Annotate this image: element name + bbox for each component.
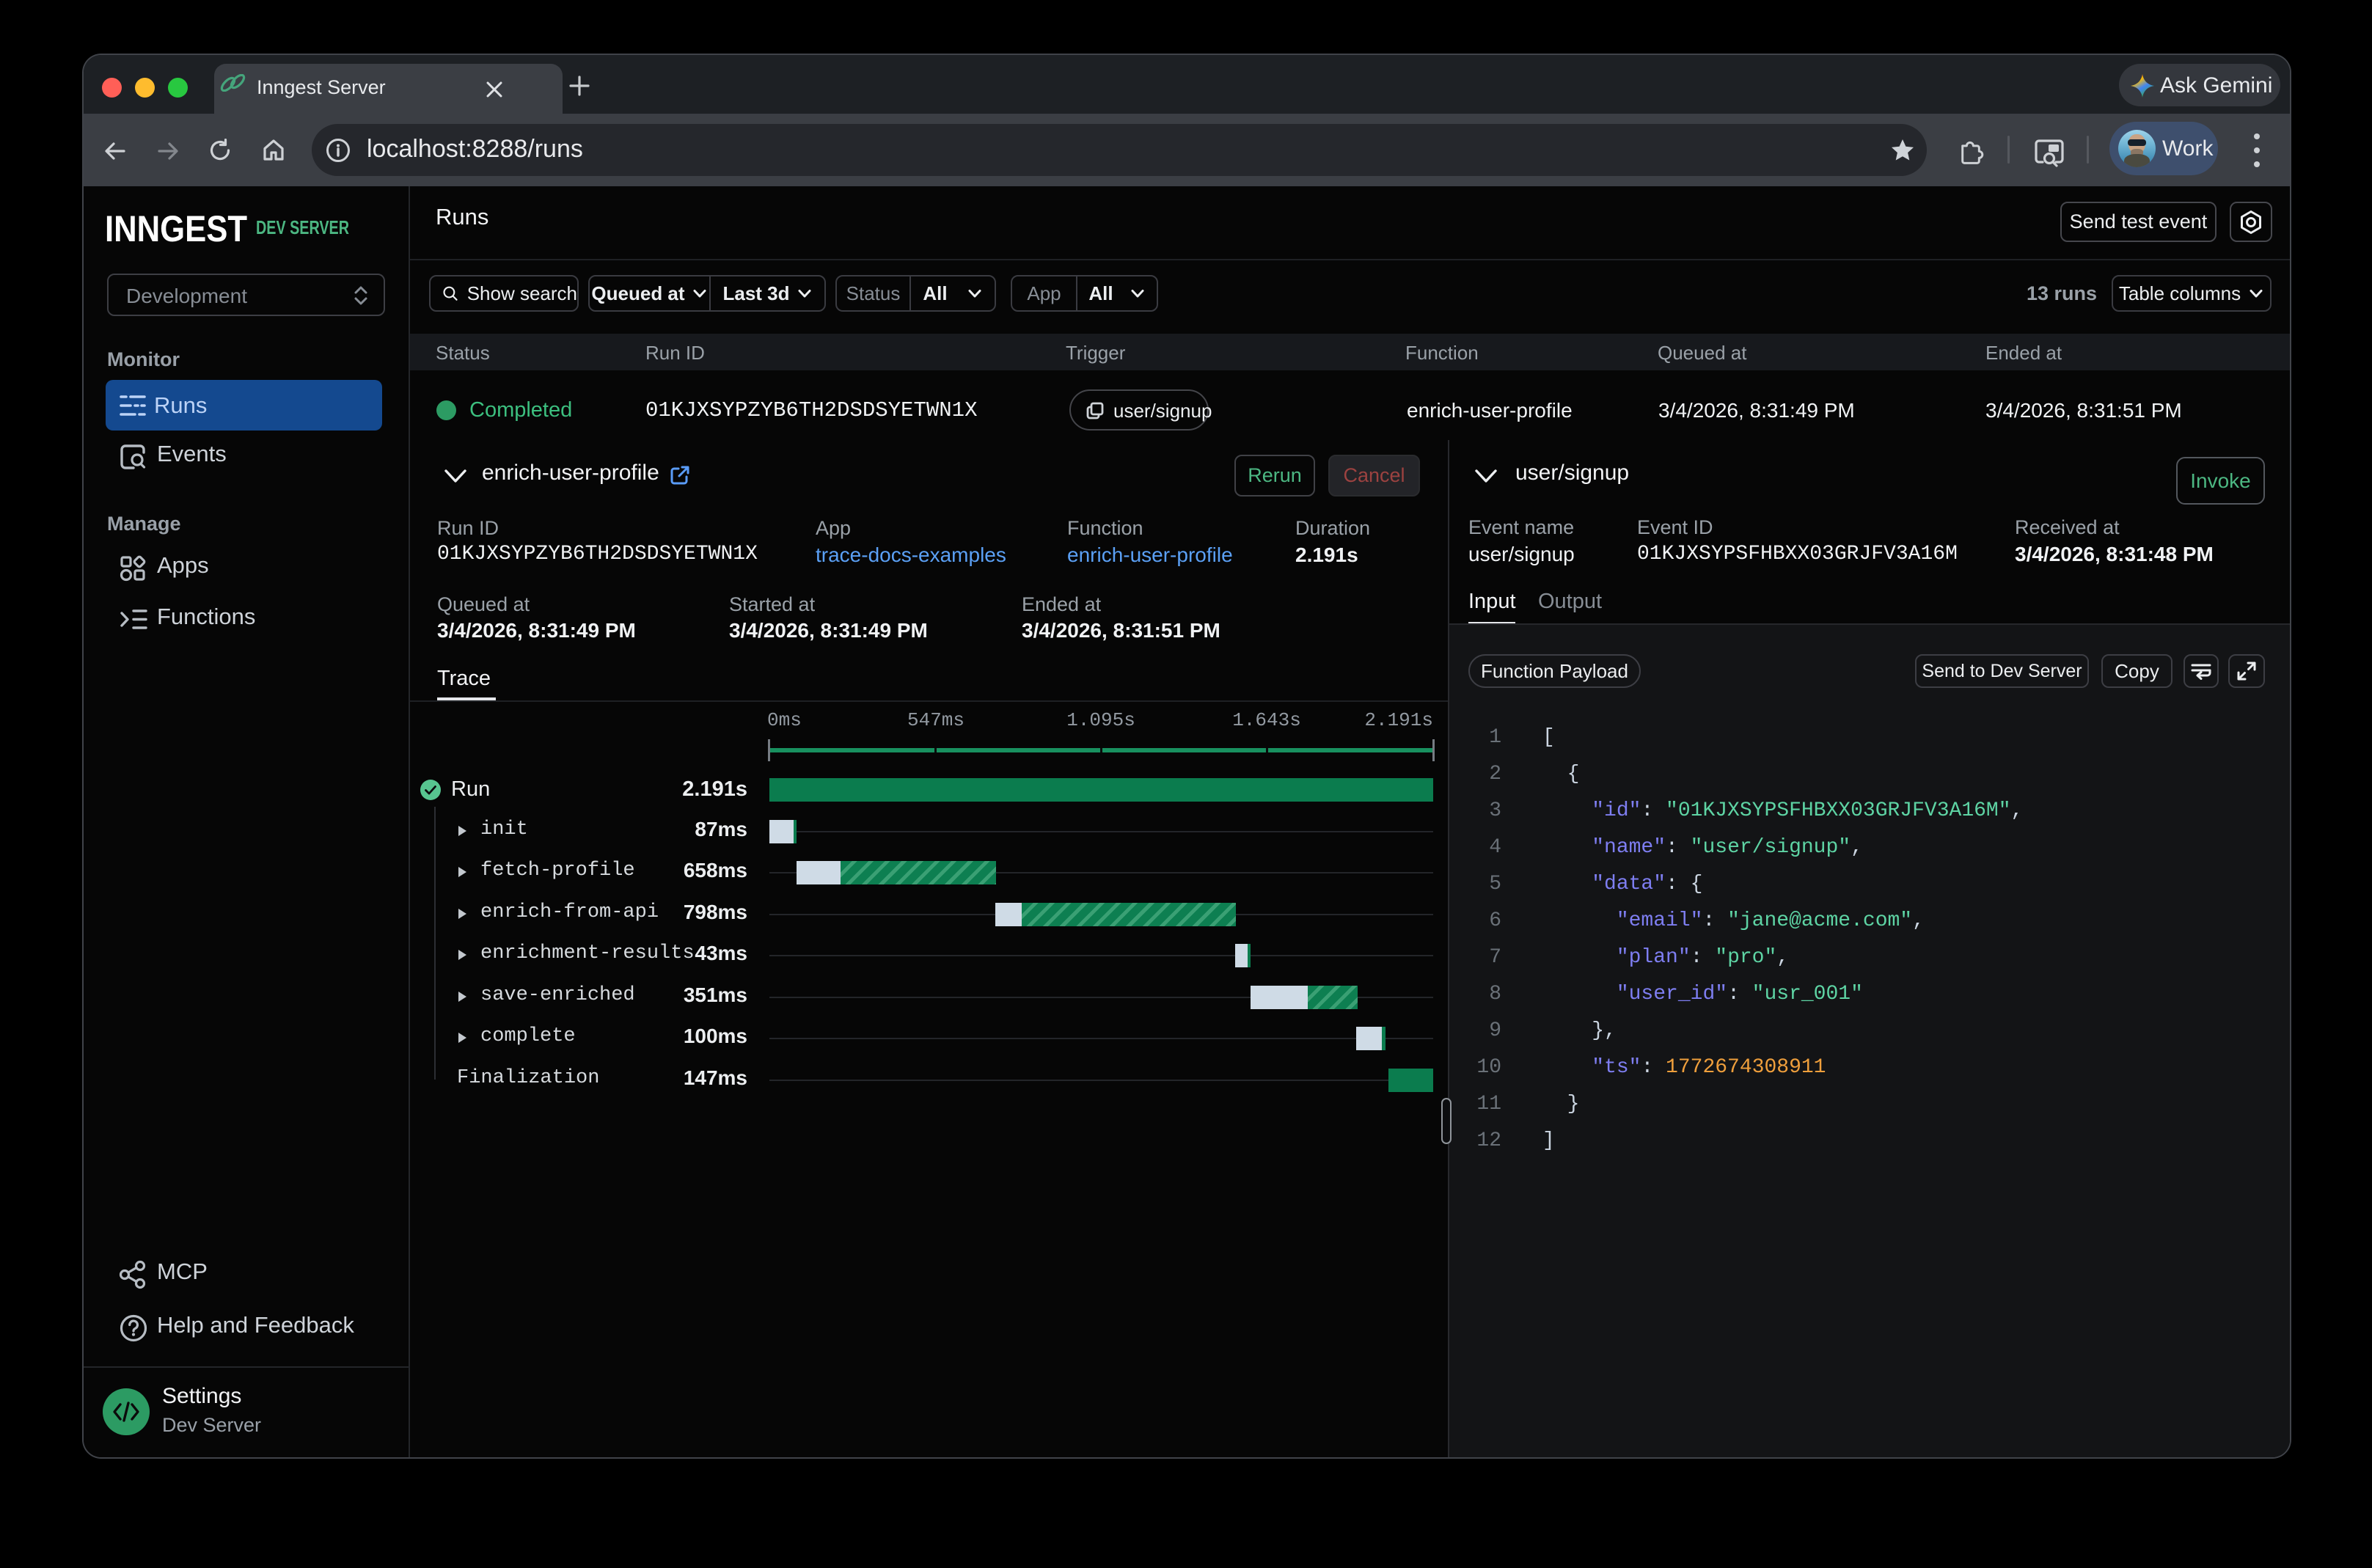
svg-text:DEV SERVER: DEV SERVER bbox=[256, 216, 349, 238]
